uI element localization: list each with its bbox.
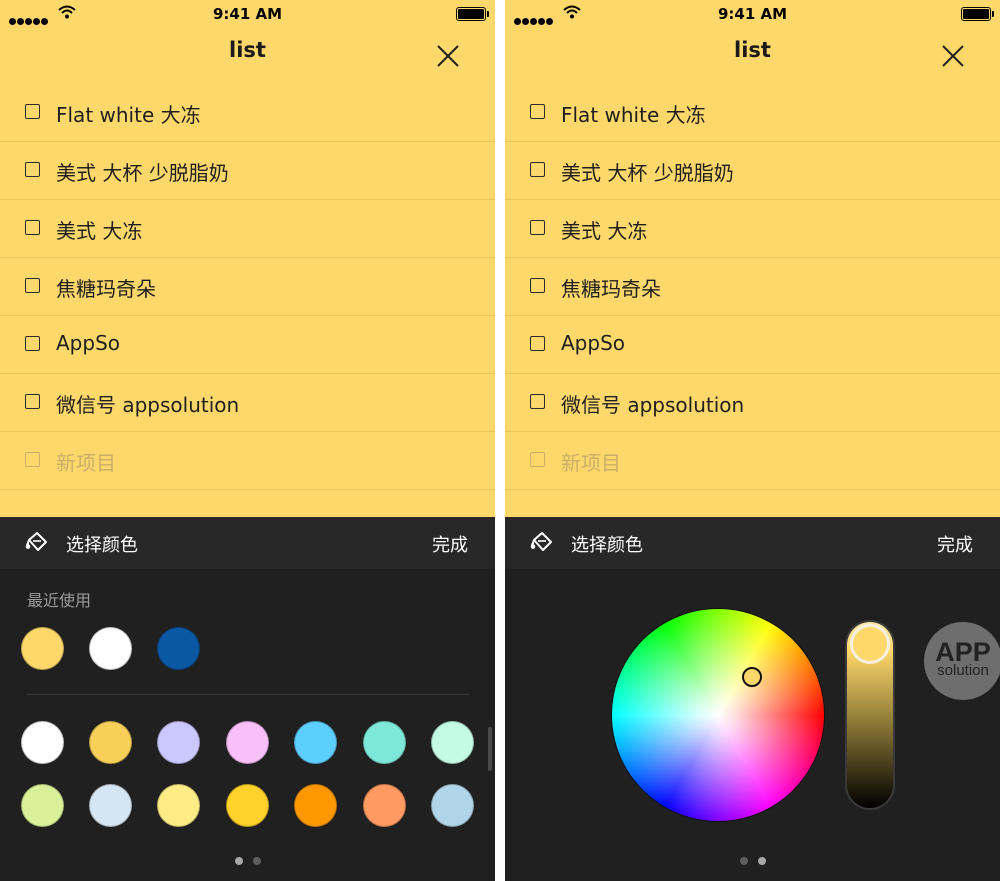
- recent-label: 最近使用: [27, 591, 92, 610]
- checklist: Flat white 大冻 美式 大杯 少脱脂奶 美式 大冻 焦糖玛奇朵 App…: [0, 84, 495, 490]
- palette-swatch[interactable]: [226, 721, 269, 764]
- list-item[interactable]: AppSo: [505, 316, 1000, 374]
- note-area: 9:41 AM list Flat white 大冻 美式 大杯 少脱脂奶 美式…: [505, 0, 1000, 517]
- list-item[interactable]: 美式 大冻: [505, 200, 1000, 258]
- checklist: Flat white 大冻 美式 大杯 少脱脂奶 美式 大冻 焦糖玛奇朵 App…: [505, 84, 1000, 490]
- picker-header: 选择颜色 完成: [0, 517, 495, 569]
- palette-swatch[interactable]: [157, 784, 200, 827]
- palette-swatch[interactable]: [294, 784, 337, 827]
- picker-header: 选择颜色 完成: [505, 517, 1000, 569]
- palette-swatch[interactable]: [21, 721, 64, 764]
- color-wheel-handle[interactable]: [742, 667, 762, 687]
- checkbox[interactable]: [25, 336, 40, 351]
- list-item[interactable]: 焦糖玛奇朵: [0, 258, 495, 316]
- note-area: 9:41 AM list Flat white 大冻 美式 大杯 少脱脂奶 美式…: [0, 0, 495, 517]
- paint-bucket-icon: [530, 532, 552, 551]
- battery-icon: [456, 7, 489, 21]
- list-item[interactable]: Flat white 大冻: [505, 84, 1000, 142]
- picker-title: 选择颜色: [571, 535, 643, 556]
- done-button[interactable]: 完成: [432, 531, 468, 557]
- list-item[interactable]: 微信号 appsolution: [505, 374, 1000, 432]
- divider: [27, 694, 469, 695]
- checkbox[interactable]: [530, 452, 545, 467]
- close-icon[interactable]: [434, 42, 462, 70]
- list-item-label: 美式 大冻: [561, 219, 648, 243]
- checkbox[interactable]: [25, 104, 40, 119]
- new-item-placeholder[interactable]: 新项目: [561, 447, 621, 476]
- list-item[interactable]: 美式 大杯 少脱脂奶: [0, 142, 495, 200]
- list-item[interactable]: 焦糖玛奇朵: [505, 258, 1000, 316]
- page-control[interactable]: [0, 850, 495, 869]
- checkbox[interactable]: [25, 220, 40, 235]
- checkbox[interactable]: [530, 162, 545, 177]
- picker-title: 选择颜色: [66, 535, 138, 556]
- list-item-label: 焦糖玛奇朵: [561, 277, 661, 301]
- checkbox[interactable]: [25, 394, 40, 409]
- status-time: 9:41 AM: [212, 5, 283, 23]
- list-item-label: 微信号 appsolution: [561, 393, 745, 417]
- phone-swatch-picker: 9:41 AM list Flat white 大冻 美式 大杯 少脱脂奶 美式…: [0, 0, 495, 881]
- palette-swatch[interactable]: [363, 784, 406, 827]
- note-title: list: [229, 38, 266, 62]
- list-item[interactable]: AppSo: [0, 316, 495, 374]
- list-item-label: 微信号 appsolution: [56, 393, 240, 417]
- checkbox[interactable]: [530, 278, 545, 293]
- checkbox[interactable]: [25, 452, 40, 467]
- list-item-label: 美式 大杯 少脱脂奶: [56, 161, 229, 185]
- list-item[interactable]: 美式 大杯 少脱脂奶: [505, 142, 1000, 200]
- checkbox[interactable]: [530, 336, 545, 351]
- new-item-placeholder[interactable]: 新项目: [56, 447, 116, 476]
- list-item-label: Flat white 大冻: [561, 103, 706, 127]
- palette-swatch[interactable]: [21, 784, 64, 827]
- list-item-label: AppSo: [56, 331, 121, 355]
- page-dot[interactable]: [757, 857, 766, 865]
- watermark-logo: APP solution: [924, 622, 1000, 700]
- checkbox[interactable]: [25, 162, 40, 177]
- page-dot[interactable]: [252, 857, 261, 865]
- list-item[interactable]: Flat white 大冻: [0, 84, 495, 142]
- list-item[interactable]: 美式 大冻: [0, 200, 495, 258]
- recent-swatch[interactable]: [21, 627, 64, 670]
- checkbox[interactable]: [530, 394, 545, 409]
- battery-icon: [961, 7, 994, 21]
- color-picker-panel: 选择颜色 完成 最近使用: [0, 517, 495, 881]
- page-control[interactable]: [505, 850, 1000, 869]
- status-bar: 9:41 AM: [0, 0, 495, 28]
- palette-swatch[interactable]: [226, 784, 269, 827]
- palette-swatch[interactable]: [157, 721, 200, 764]
- checkbox[interactable]: [25, 278, 40, 293]
- palette-swatch[interactable]: [363, 721, 406, 764]
- recent-swatch[interactable]: [89, 627, 132, 670]
- done-button[interactable]: 完成: [937, 531, 973, 557]
- phone-wheel-picker: 9:41 AM list Flat white 大冻 美式 大杯 少脱脂奶 美式…: [505, 0, 1000, 881]
- palette-swatch[interactable]: [89, 784, 132, 827]
- brightness-slider-handle[interactable]: [850, 624, 890, 664]
- note-title: list: [734, 38, 771, 62]
- recent-swatch[interactable]: [157, 627, 200, 670]
- palette-swatch[interactable]: [431, 784, 474, 827]
- palette-swatch[interactable]: [431, 721, 474, 764]
- list-item-label: Flat white 大冻: [56, 103, 201, 127]
- palette-swatch[interactable]: [294, 721, 337, 764]
- checkbox[interactable]: [530, 220, 545, 235]
- palette-swatch[interactable]: [89, 721, 132, 764]
- color-wheel[interactable]: [612, 609, 824, 821]
- color-picker-panel: 选择颜色 完成 APP solution: [505, 517, 1000, 881]
- scroll-indicator: [488, 727, 492, 771]
- new-item-row[interactable]: 新项目: [505, 432, 1000, 490]
- list-item-label: 美式 大冻: [56, 219, 143, 243]
- status-time: 9:41 AM: [717, 5, 788, 23]
- page-dot[interactable]: [234, 857, 243, 865]
- checkbox[interactable]: [530, 104, 545, 119]
- list-item-label: AppSo: [561, 331, 626, 355]
- list-item-label: 美式 大杯 少脱脂奶: [561, 161, 734, 185]
- new-item-row[interactable]: 新项目: [0, 432, 495, 490]
- close-icon[interactable]: [939, 42, 967, 70]
- list-item-label: 焦糖玛奇朵: [56, 277, 156, 301]
- paint-bucket-icon: [25, 532, 47, 551]
- list-item[interactable]: 微信号 appsolution: [0, 374, 495, 432]
- page-dot[interactable]: [739, 857, 748, 865]
- watermark-subtext: solution: [937, 662, 989, 679]
- status-bar: 9:41 AM: [505, 0, 1000, 28]
